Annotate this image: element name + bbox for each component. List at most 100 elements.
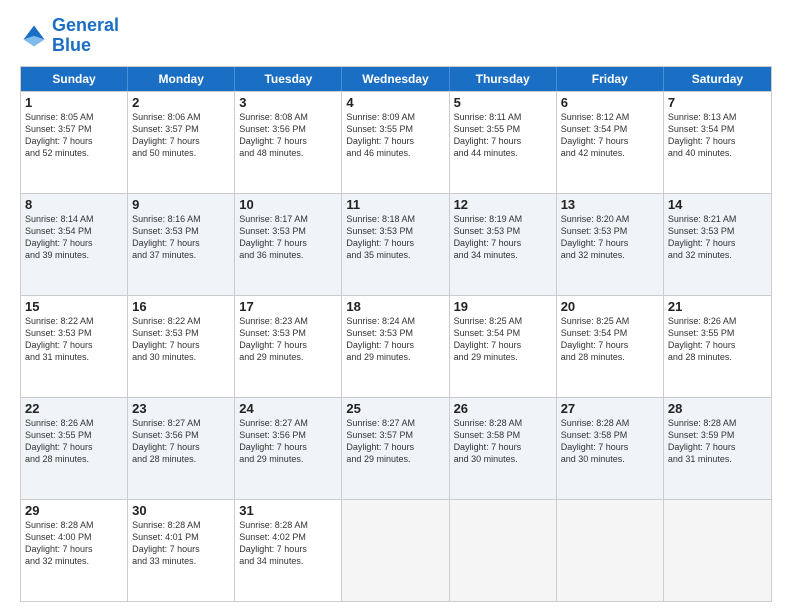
day-number: 4 — [346, 95, 444, 110]
calendar-cell — [664, 500, 771, 601]
calendar-cell: 9Sunrise: 8:16 AMSunset: 3:53 PMDaylight… — [128, 194, 235, 295]
day-number: 13 — [561, 197, 659, 212]
calendar-cell: 2Sunrise: 8:06 AMSunset: 3:57 PMDaylight… — [128, 92, 235, 193]
page: General Blue SundayMondayTuesdayWednesda… — [0, 0, 792, 612]
calendar-week: 15Sunrise: 8:22 AMSunset: 3:53 PMDayligh… — [21, 295, 771, 397]
logo-icon — [20, 22, 48, 50]
cell-text: Sunrise: 8:22 AMSunset: 3:53 PMDaylight:… — [25, 315, 123, 364]
cell-text: Sunrise: 8:19 AMSunset: 3:53 PMDaylight:… — [454, 213, 552, 262]
cell-text: Sunrise: 8:09 AMSunset: 3:55 PMDaylight:… — [346, 111, 444, 160]
cell-text: Sunrise: 8:06 AMSunset: 3:57 PMDaylight:… — [132, 111, 230, 160]
calendar-cell: 26Sunrise: 8:28 AMSunset: 3:58 PMDayligh… — [450, 398, 557, 499]
calendar-header-cell: Wednesday — [342, 67, 449, 91]
cell-text: Sunrise: 8:08 AMSunset: 3:56 PMDaylight:… — [239, 111, 337, 160]
cell-text: Sunrise: 8:11 AMSunset: 3:55 PMDaylight:… — [454, 111, 552, 160]
cell-text: Sunrise: 8:28 AMSunset: 4:02 PMDaylight:… — [239, 519, 337, 568]
cell-text: Sunrise: 8:21 AMSunset: 3:53 PMDaylight:… — [668, 213, 767, 262]
day-number: 1 — [25, 95, 123, 110]
calendar-cell: 21Sunrise: 8:26 AMSunset: 3:55 PMDayligh… — [664, 296, 771, 397]
calendar-header-cell: Saturday — [664, 67, 771, 91]
day-number: 30 — [132, 503, 230, 518]
cell-text: Sunrise: 8:23 AMSunset: 3:53 PMDaylight:… — [239, 315, 337, 364]
calendar-cell: 6Sunrise: 8:12 AMSunset: 3:54 PMDaylight… — [557, 92, 664, 193]
calendar-body: 1Sunrise: 8:05 AMSunset: 3:57 PMDaylight… — [21, 91, 771, 601]
day-number: 17 — [239, 299, 337, 314]
calendar-header-cell: Thursday — [450, 67, 557, 91]
day-number: 16 — [132, 299, 230, 314]
calendar-cell: 13Sunrise: 8:20 AMSunset: 3:53 PMDayligh… — [557, 194, 664, 295]
logo-text: General Blue — [52, 16, 119, 56]
calendar-header-cell: Sunday — [21, 67, 128, 91]
day-number: 24 — [239, 401, 337, 416]
day-number: 12 — [454, 197, 552, 212]
day-number: 18 — [346, 299, 444, 314]
calendar-cell: 18Sunrise: 8:24 AMSunset: 3:53 PMDayligh… — [342, 296, 449, 397]
cell-text: Sunrise: 8:27 AMSunset: 3:56 PMDaylight:… — [132, 417, 230, 466]
calendar-cell: 20Sunrise: 8:25 AMSunset: 3:54 PMDayligh… — [557, 296, 664, 397]
cell-text: Sunrise: 8:28 AMSunset: 3:59 PMDaylight:… — [668, 417, 767, 466]
calendar-cell: 24Sunrise: 8:27 AMSunset: 3:56 PMDayligh… — [235, 398, 342, 499]
calendar-cell: 7Sunrise: 8:13 AMSunset: 3:54 PMDaylight… — [664, 92, 771, 193]
cell-text: Sunrise: 8:28 AMSunset: 3:58 PMDaylight:… — [454, 417, 552, 466]
calendar-cell: 5Sunrise: 8:11 AMSunset: 3:55 PMDaylight… — [450, 92, 557, 193]
calendar-cell: 4Sunrise: 8:09 AMSunset: 3:55 PMDaylight… — [342, 92, 449, 193]
day-number: 15 — [25, 299, 123, 314]
cell-text: Sunrise: 8:26 AMSunset: 3:55 PMDaylight:… — [668, 315, 767, 364]
calendar-cell: 11Sunrise: 8:18 AMSunset: 3:53 PMDayligh… — [342, 194, 449, 295]
calendar-week: 22Sunrise: 8:26 AMSunset: 3:55 PMDayligh… — [21, 397, 771, 499]
calendar-cell: 15Sunrise: 8:22 AMSunset: 3:53 PMDayligh… — [21, 296, 128, 397]
calendar-header: SundayMondayTuesdayWednesdayThursdayFrid… — [21, 67, 771, 91]
calendar-cell — [557, 500, 664, 601]
day-number: 21 — [668, 299, 767, 314]
calendar-cell: 19Sunrise: 8:25 AMSunset: 3:54 PMDayligh… — [450, 296, 557, 397]
calendar-cell: 3Sunrise: 8:08 AMSunset: 3:56 PMDaylight… — [235, 92, 342, 193]
calendar-cell: 22Sunrise: 8:26 AMSunset: 3:55 PMDayligh… — [21, 398, 128, 499]
cell-text: Sunrise: 8:28 AMSunset: 4:01 PMDaylight:… — [132, 519, 230, 568]
calendar: SundayMondayTuesdayWednesdayThursdayFrid… — [20, 66, 772, 602]
calendar-week: 29Sunrise: 8:28 AMSunset: 4:00 PMDayligh… — [21, 499, 771, 601]
cell-text: Sunrise: 8:18 AMSunset: 3:53 PMDaylight:… — [346, 213, 444, 262]
calendar-cell — [342, 500, 449, 601]
cell-text: Sunrise: 8:27 AMSunset: 3:56 PMDaylight:… — [239, 417, 337, 466]
day-number: 9 — [132, 197, 230, 212]
calendar-cell: 28Sunrise: 8:28 AMSunset: 3:59 PMDayligh… — [664, 398, 771, 499]
calendar-cell: 23Sunrise: 8:27 AMSunset: 3:56 PMDayligh… — [128, 398, 235, 499]
calendar-week: 1Sunrise: 8:05 AMSunset: 3:57 PMDaylight… — [21, 91, 771, 193]
calendar-cell: 29Sunrise: 8:28 AMSunset: 4:00 PMDayligh… — [21, 500, 128, 601]
calendar-cell: 25Sunrise: 8:27 AMSunset: 3:57 PMDayligh… — [342, 398, 449, 499]
cell-text: Sunrise: 8:28 AMSunset: 4:00 PMDaylight:… — [25, 519, 123, 568]
day-number: 14 — [668, 197, 767, 212]
cell-text: Sunrise: 8:12 AMSunset: 3:54 PMDaylight:… — [561, 111, 659, 160]
cell-text: Sunrise: 8:26 AMSunset: 3:55 PMDaylight:… — [25, 417, 123, 466]
calendar-cell: 27Sunrise: 8:28 AMSunset: 3:58 PMDayligh… — [557, 398, 664, 499]
day-number: 2 — [132, 95, 230, 110]
calendar-cell: 1Sunrise: 8:05 AMSunset: 3:57 PMDaylight… — [21, 92, 128, 193]
day-number: 5 — [454, 95, 552, 110]
cell-text: Sunrise: 8:27 AMSunset: 3:57 PMDaylight:… — [346, 417, 444, 466]
calendar-cell: 12Sunrise: 8:19 AMSunset: 3:53 PMDayligh… — [450, 194, 557, 295]
cell-text: Sunrise: 8:14 AMSunset: 3:54 PMDaylight:… — [25, 213, 123, 262]
cell-text: Sunrise: 8:25 AMSunset: 3:54 PMDaylight:… — [454, 315, 552, 364]
day-number: 6 — [561, 95, 659, 110]
calendar-week: 8Sunrise: 8:14 AMSunset: 3:54 PMDaylight… — [21, 193, 771, 295]
day-number: 29 — [25, 503, 123, 518]
cell-text: Sunrise: 8:20 AMSunset: 3:53 PMDaylight:… — [561, 213, 659, 262]
calendar-cell: 31Sunrise: 8:28 AMSunset: 4:02 PMDayligh… — [235, 500, 342, 601]
logo: General Blue — [20, 16, 119, 56]
day-number: 8 — [25, 197, 123, 212]
cell-text: Sunrise: 8:17 AMSunset: 3:53 PMDaylight:… — [239, 213, 337, 262]
calendar-cell: 14Sunrise: 8:21 AMSunset: 3:53 PMDayligh… — [664, 194, 771, 295]
cell-text: Sunrise: 8:13 AMSunset: 3:54 PMDaylight:… — [668, 111, 767, 160]
calendar-header-cell: Friday — [557, 67, 664, 91]
cell-text: Sunrise: 8:22 AMSunset: 3:53 PMDaylight:… — [132, 315, 230, 364]
day-number: 20 — [561, 299, 659, 314]
cell-text: Sunrise: 8:16 AMSunset: 3:53 PMDaylight:… — [132, 213, 230, 262]
cell-text: Sunrise: 8:24 AMSunset: 3:53 PMDaylight:… — [346, 315, 444, 364]
day-number: 19 — [454, 299, 552, 314]
calendar-cell: 8Sunrise: 8:14 AMSunset: 3:54 PMDaylight… — [21, 194, 128, 295]
day-number: 28 — [668, 401, 767, 416]
calendar-cell: 16Sunrise: 8:22 AMSunset: 3:53 PMDayligh… — [128, 296, 235, 397]
day-number: 23 — [132, 401, 230, 416]
calendar-cell: 10Sunrise: 8:17 AMSunset: 3:53 PMDayligh… — [235, 194, 342, 295]
day-number: 3 — [239, 95, 337, 110]
